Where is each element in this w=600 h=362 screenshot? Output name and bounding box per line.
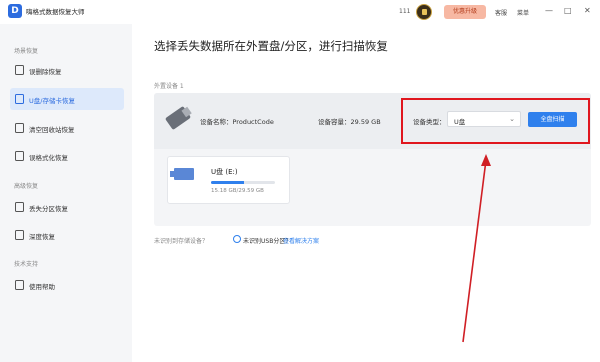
title-bar: D 嗨格式数据恢复大师 111 优惠升级 客服 菜单 — □ ✕	[0, 0, 600, 24]
partition-icon	[15, 202, 24, 212]
device-capacity: 设备容量：29.59 GB	[318, 118, 381, 126]
sidebar-item-label: 丢失分区恢复	[29, 205, 68, 213]
section-label-advanced: 高级恢复	[14, 183, 39, 190]
sidebar: 场景恢复 误删除恢复 U盘/存储卡恢复 清空回收站恢复 误格式化恢复 高级恢复 …	[0, 24, 132, 362]
sidebar-item-label: 深度恢复	[29, 233, 55, 241]
highlight-annotation-box	[401, 98, 590, 144]
sidebar-item-label: 误删除恢复	[29, 68, 62, 76]
sidebar-item-partition-recovery[interactable]: 丢失分区恢复	[10, 196, 124, 218]
partition-title: U盘 (E:)	[211, 168, 238, 176]
service-link[interactable]: 客服	[495, 8, 507, 17]
page-title: 选择丢失数据所在外置盘/分区，进行扫描恢复	[154, 39, 388, 53]
sidebar-item-usb-recovery[interactable]: U盘/存储卡恢复	[10, 88, 124, 110]
vip-avatar-icon[interactable]	[416, 4, 432, 20]
partition-size: 15.18 GB/29.59 GB	[211, 188, 264, 194]
sidebar-item-deleted-recovery[interactable]: 误删除恢复	[10, 59, 124, 81]
maximize-icon[interactable]: □	[564, 6, 572, 16]
partition-card[interactable]: U盘 (E:) 15.18 GB/29.59 GB	[167, 156, 290, 204]
sidebar-item-help[interactable]: 使用帮助	[10, 274, 124, 296]
sidebar-item-deep-recovery[interactable]: 深度恢复	[10, 224, 124, 246]
minimize-icon[interactable]: —	[545, 6, 553, 16]
recycle-bin-icon	[15, 123, 24, 133]
deep-scan-icon	[15, 230, 24, 240]
usb-drive-icon	[15, 94, 24, 104]
sidebar-item-recycle-bin-recovery[interactable]: 清空回收站恢复	[10, 117, 124, 139]
sidebar-item-format-recovery[interactable]: 误格式化恢复	[10, 145, 124, 167]
main-content: 选择丢失数据所在外置盘/分区，进行扫描恢复 外置设备 1 设备名称：Produc…	[132, 24, 600, 362]
device-name: 设备名称：ProductCode	[200, 118, 274, 126]
user-count: 111	[399, 8, 411, 15]
sidebar-item-label: 使用帮助	[29, 283, 55, 291]
file-icon	[15, 65, 24, 75]
section-label-support: 技术支持	[14, 261, 39, 268]
drive-icon	[170, 168, 194, 180]
sidebar-item-label: U盘/存储卡恢复	[29, 97, 75, 105]
external-devices-label: 外置设备 1	[154, 83, 184, 90]
app-title: 嗨格式数据恢复大师	[26, 8, 85, 16]
refresh-icon[interactable]	[233, 235, 241, 243]
app-logo-icon: D	[8, 4, 22, 18]
solution-link[interactable]: 查看解决方案	[283, 236, 319, 245]
close-icon[interactable]: ✕	[584, 6, 591, 16]
menu-link[interactable]: 菜单	[517, 8, 529, 17]
sidebar-item-label: 清空回收站恢复	[29, 126, 75, 134]
usage-bar-fill	[211, 181, 244, 184]
usage-bar	[211, 181, 275, 184]
section-label-scene: 场景恢复	[14, 48, 39, 55]
format-icon	[15, 151, 24, 161]
sidebar-item-label: 误格式化恢复	[29, 154, 68, 162]
not-recognized-text: 未识别到存储设备？	[154, 238, 209, 245]
help-icon	[15, 280, 24, 290]
upgrade-button[interactable]: 优惠升级	[444, 5, 486, 19]
